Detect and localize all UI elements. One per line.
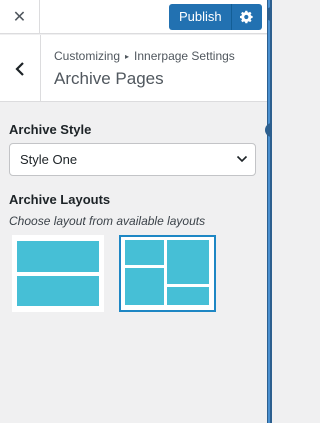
preview-edge [267, 0, 272, 423]
breadcrumb-root: Customizing [54, 49, 121, 63]
chevron-down-icon [236, 155, 248, 163]
layout-block [167, 287, 209, 305]
archive-style-value: Style One [20, 152, 78, 167]
archive-layouts-label: Archive Layouts [9, 192, 111, 207]
layout-option-grid[interactable] [119, 235, 216, 312]
back-button[interactable] [0, 35, 41, 102]
layout-block [167, 240, 209, 284]
section-title: Archive Pages [54, 69, 164, 88]
breadcrumb: Customizing ▸ Innerpage Settings [54, 49, 235, 63]
gear-icon [239, 10, 253, 24]
layout-block [17, 241, 99, 272]
preview-edge-line [268, 0, 270, 423]
publish-settings-button[interactable] [231, 4, 262, 30]
archive-style-select[interactable]: Style One [9, 143, 256, 176]
publish-button[interactable]: Publish [169, 4, 232, 30]
layout-block [125, 240, 164, 265]
section-header: Customizing ▸ Innerpage Settings Archive P… [0, 35, 267, 102]
archive-style-label: Archive Style [9, 122, 92, 137]
close-icon: ✕ [12, 9, 27, 26]
layout-block [125, 268, 164, 305]
layout-block [17, 276, 99, 306]
close-button[interactable]: ✕ [0, 0, 40, 34]
customizer-header: ✕ Publish [0, 0, 267, 34]
customizer-panel: ✕ Publish Customizing ▸ Innerpage Settings… [0, 0, 272, 423]
breadcrumb-separator: ▸ [125, 52, 130, 61]
chevron-left-icon [15, 61, 24, 76]
preview-edit-marker[interactable] [265, 123, 272, 137]
archive-layouts-description: Choose layout from available layouts [9, 214, 206, 228]
publish-group: Publish [169, 4, 262, 30]
breadcrumb-parent: Innerpage Settings [134, 49, 235, 63]
layout-option-two-row[interactable] [12, 235, 104, 312]
